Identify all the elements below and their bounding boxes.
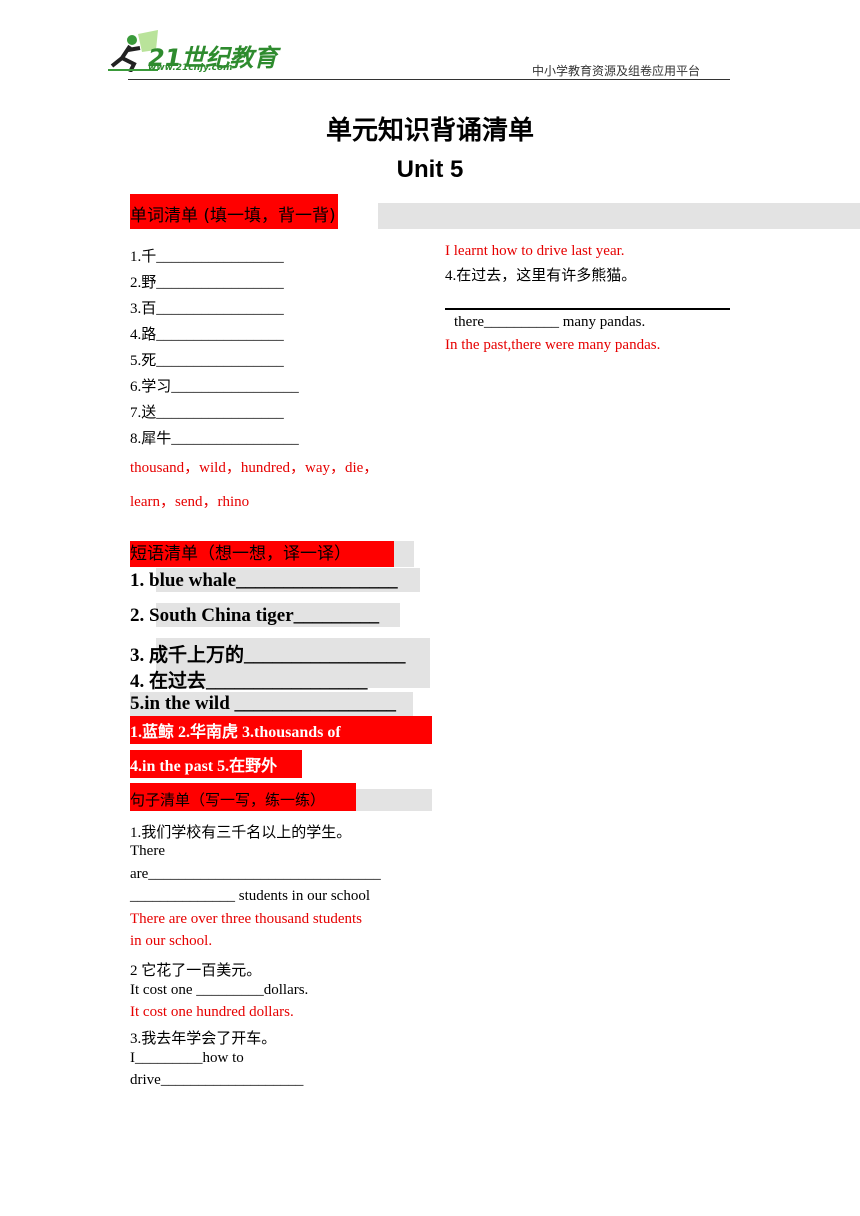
document-page: 21世纪教育 www.21cnjy.com 中小学教育资源及组卷应用平台 单元知… bbox=[0, 0, 860, 1216]
phrase-item: 1. blue whale_________________ bbox=[130, 570, 398, 591]
words-answer: thousand，wild，hundred，way，die， bbox=[130, 460, 379, 476]
word-item: 1.千_________________ bbox=[130, 249, 284, 265]
phrases-heading: 短语清单（想一想，译一译） bbox=[130, 541, 394, 567]
sentence-prompt: 2 它花了一百美元。 bbox=[130, 963, 262, 979]
heading-shade bbox=[378, 203, 860, 229]
phrase-item: 2. South China tiger_________ bbox=[130, 605, 380, 626]
sentence-answer: There are over three thousand students bbox=[130, 911, 362, 927]
logo-url: www.21cnjy.com bbox=[148, 63, 233, 73]
word-item: 5.死_________________ bbox=[130, 353, 284, 369]
sentence-line: There bbox=[130, 843, 165, 859]
sentence-answer: In the past,there were many pandas. bbox=[445, 337, 661, 353]
page-subtitle: Unit 5 bbox=[396, 156, 464, 183]
heading-shade bbox=[356, 789, 432, 811]
phrase-item: 3. 成千上万的_________________ bbox=[130, 645, 406, 666]
header-tagline: 中小学教育资源及组卷应用平台 bbox=[532, 64, 701, 78]
sentence-answer: in our school. bbox=[130, 933, 213, 949]
answer-blank-line bbox=[445, 308, 730, 310]
sentence-answer: I learnt how to drive last year. bbox=[445, 243, 625, 259]
word-item: 3.百_________________ bbox=[130, 301, 284, 317]
phrases-answer: 1.蓝鲸 2.华南虎 3.thousands of bbox=[130, 716, 432, 744]
sentence-line: there__________ many pandas. bbox=[454, 314, 646, 330]
sentence-line: ______________ students in our school bbox=[130, 888, 370, 904]
word-item: 4.路_________________ bbox=[130, 327, 284, 343]
word-item: 2.野_________________ bbox=[130, 275, 284, 291]
sentence-line: are_______________________________ bbox=[130, 866, 381, 882]
header-divider bbox=[128, 79, 730, 80]
words-heading: 单词清单 (填一填，背一背) bbox=[130, 194, 338, 229]
words-answer: learn，send，rhino bbox=[130, 494, 250, 510]
sentence-prompt: 1.我们学校有三千名以上的学生。 bbox=[130, 825, 352, 841]
sentence-prompt: 3.我去年学会了开车。 bbox=[130, 1031, 277, 1047]
sentence-prompt: 4.在过去，这里有许多熊猫。 bbox=[445, 268, 637, 284]
phrase-item: 4. 在过去_________________ bbox=[130, 671, 368, 692]
phrases-answer: 4.in the past 5.在野外 bbox=[130, 750, 302, 778]
sentence-line: I_________how to bbox=[130, 1050, 244, 1066]
page-title: 单元知识背诵清单 bbox=[325, 116, 534, 146]
word-item: 8.犀牛_________________ bbox=[130, 431, 299, 447]
sentence-line: drive___________________ bbox=[130, 1072, 304, 1088]
phrase-item: 5.in the wild _________________ bbox=[130, 693, 397, 714]
heading-shade bbox=[394, 541, 414, 567]
sentence-line: It cost one _________dollars. bbox=[130, 982, 309, 998]
word-item: 7.送_________________ bbox=[130, 405, 284, 421]
sentence-answer: It cost one hundred dollars. bbox=[130, 1004, 294, 1020]
sentences-heading: 句子清单（写一写，练一练） bbox=[130, 783, 356, 811]
word-item: 6.学习_________________ bbox=[130, 379, 299, 395]
